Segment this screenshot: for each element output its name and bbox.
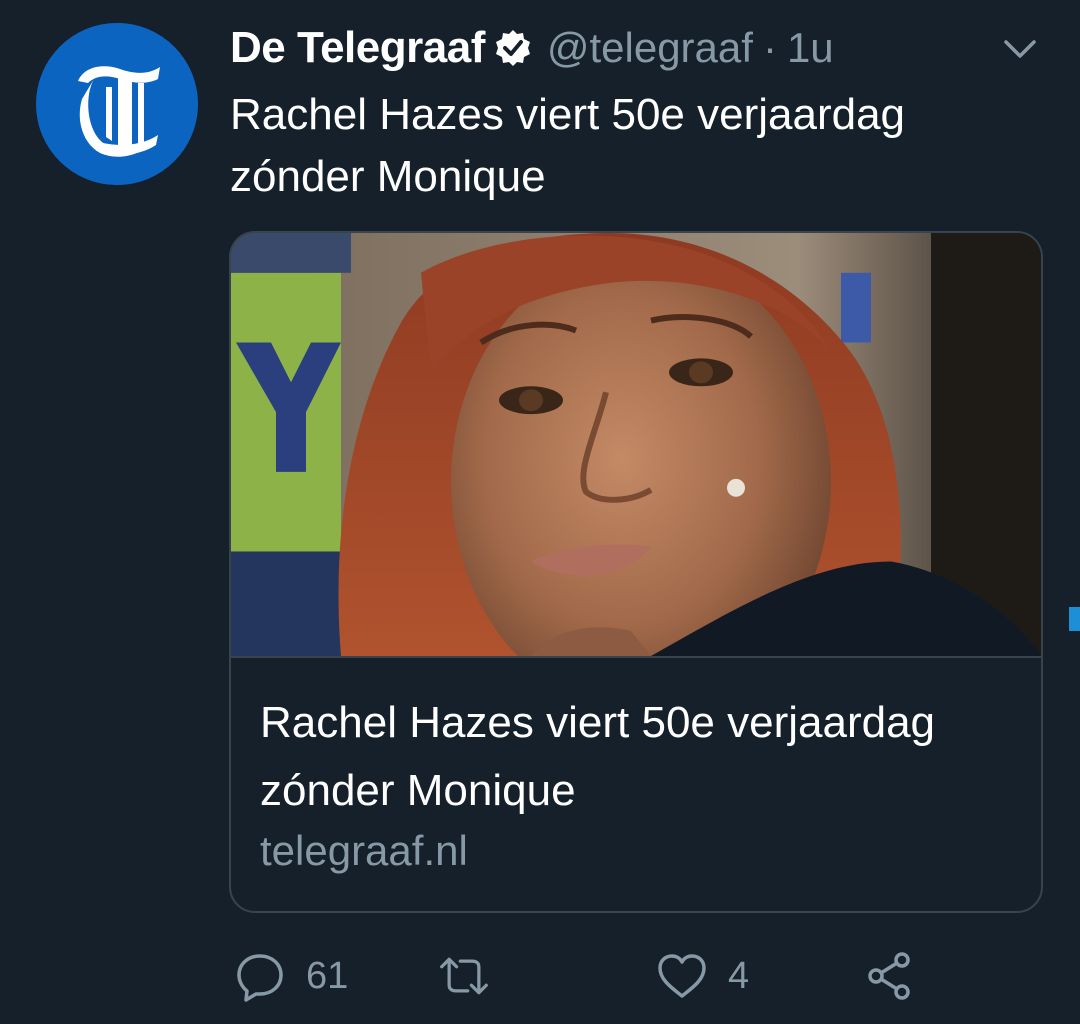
- card-title[interactable]: Rachel Hazes viert 50e verjaardag zónder…: [260, 689, 1000, 825]
- verified-badge-icon: [493, 28, 533, 68]
- like-button[interactable]: 4: [656, 946, 749, 1006]
- share-button[interactable]: [864, 946, 916, 1006]
- scroll-indicator: [1069, 607, 1080, 631]
- tweet-header: De Telegraaf @telegraaf · 1u: [230, 18, 834, 78]
- retweet-icon: [438, 950, 490, 1002]
- portrait-photo: [231, 233, 1041, 656]
- card-image[interactable]: [231, 233, 1041, 658]
- reply-count: 61: [306, 954, 349, 997]
- separator-dot: ·: [762, 24, 777, 71]
- avatar[interactable]: [36, 23, 198, 185]
- share-icon: [864, 950, 916, 1002]
- timestamp[interactable]: 1u: [787, 24, 834, 72]
- retweet-button[interactable]: [438, 946, 510, 1006]
- tweet-actions: 61 4: [0, 946, 1080, 1006]
- heart-icon: [656, 950, 708, 1002]
- tweet[interactable]: De Telegraaf @telegraaf · 1u Rachel Haze…: [0, 0, 1080, 1024]
- display-name[interactable]: De Telegraaf: [230, 23, 485, 73]
- like-count: 4: [728, 954, 750, 997]
- reply-icon: [234, 950, 286, 1002]
- link-card[interactable]: Rachel Hazes viert 50e verjaardag zónder…: [229, 231, 1043, 913]
- tweet-text: Rachel Hazes viert 50e verjaardag zónder…: [230, 90, 906, 201]
- card-domain[interactable]: telegraaf.nl: [260, 827, 468, 875]
- telegraaf-logo: [36, 23, 198, 185]
- reply-button[interactable]: 61: [234, 946, 348, 1006]
- chevron-down-icon[interactable]: [1000, 34, 1040, 64]
- handle[interactable]: @telegraaf: [547, 24, 753, 72]
